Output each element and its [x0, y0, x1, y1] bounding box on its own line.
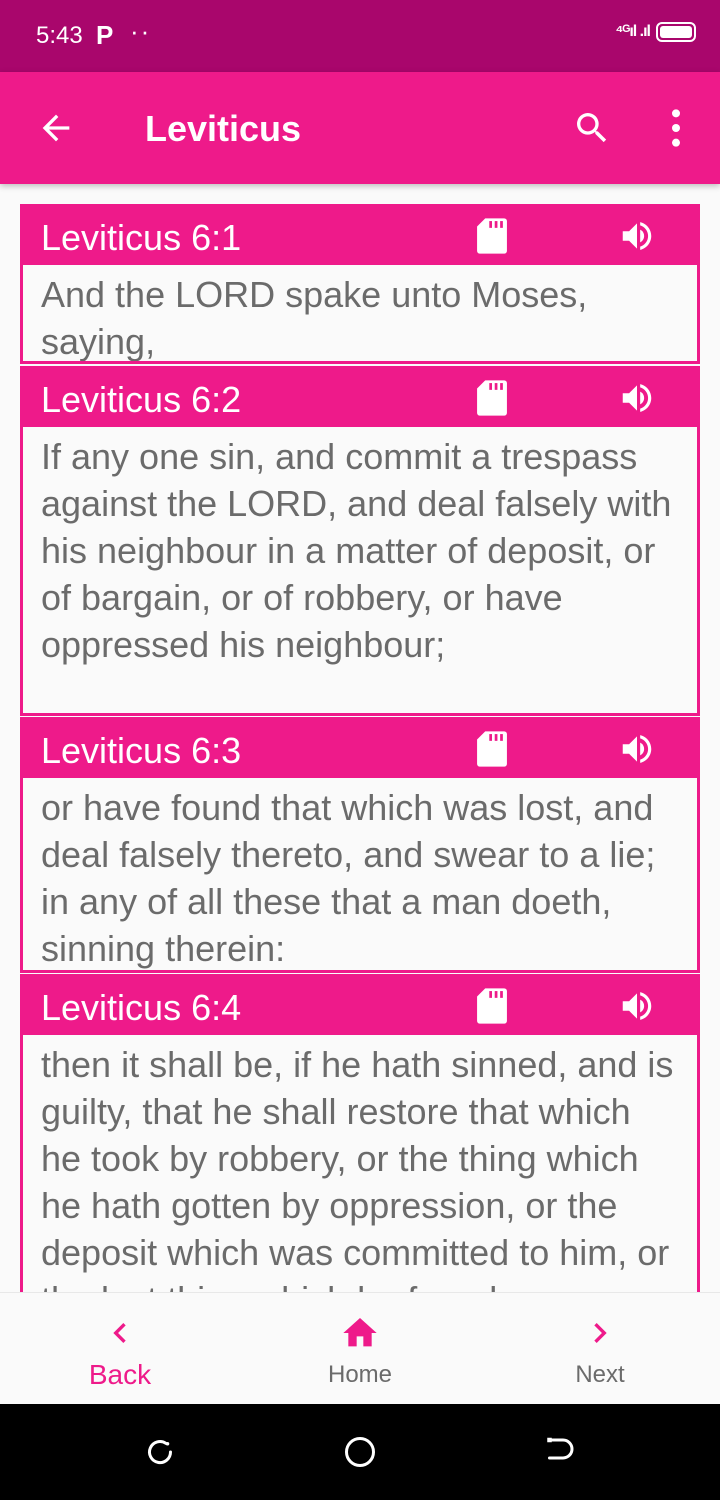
speaker-icon[interactable] [615, 379, 659, 417]
sd-card-icon[interactable] [475, 217, 509, 255]
signal-icon: ⁴ᴳıl .ıl [615, 23, 651, 40]
verse-header: Leviticus 6:4 [23, 977, 697, 1035]
status-time: 5:43 [36, 22, 83, 49]
next-label: Next [575, 1361, 625, 1388]
back-button[interactable]: Back [40, 1293, 200, 1405]
verse-text: then it shall be, if he hath sinned, and… [41, 1044, 674, 1292]
verse-text: And the LORD spake unto Moses, saying, [41, 274, 588, 361]
verse-text: or have found that which was lost, and d… [41, 787, 656, 969]
speaker-icon[interactable] [615, 217, 659, 255]
battery-icon [656, 22, 696, 42]
sd-card-icon[interactable] [475, 987, 509, 1025]
search-icon[interactable] [572, 108, 612, 148]
recent-apps-icon[interactable] [142, 1434, 178, 1470]
verse-card: Leviticus 6:4 then it shall be, if he ha… [20, 974, 700, 1292]
back-arrow-icon[interactable] [36, 108, 76, 148]
verse-header: Leviticus 6:3 [23, 720, 697, 778]
speaker-icon[interactable] [615, 730, 659, 768]
back-system-icon[interactable] [542, 1434, 578, 1470]
home-icon [343, 1318, 377, 1347]
speaker-icon[interactable] [615, 987, 659, 1025]
verse-reference: Leviticus 6:1 [41, 217, 242, 258]
verse-reference: Leviticus 6:2 [41, 379, 242, 420]
verse-card: Leviticus 6:2 If any one sin, and commit… [20, 366, 700, 716]
status-dots: ·· [130, 16, 152, 46]
more-vert-icon[interactable] [660, 108, 692, 148]
verse-header: Leviticus 6:1 [23, 207, 697, 265]
status-right: ⁴ᴳıl .ıl [615, 22, 696, 42]
next-button[interactable]: Next [520, 1293, 680, 1405]
verse-reference: Leviticus 6:4 [41, 987, 242, 1028]
verse-reference: Leviticus 6:3 [41, 730, 242, 771]
chevron-right-icon [594, 1323, 607, 1343]
back-label: Back [88, 1359, 152, 1390]
home-system-icon[interactable] [342, 1434, 378, 1470]
verse-header: Leviticus 6:2 [23, 369, 697, 427]
sd-card-icon[interactable] [475, 730, 509, 768]
home-button[interactable]: Home [280, 1293, 440, 1405]
system-navigation-bar [0, 1404, 720, 1500]
app-bar: Leviticus [0, 72, 720, 184]
p-notification-icon: P [96, 20, 114, 50]
verse-card: Leviticus 6:3 or have found that which w… [20, 717, 700, 973]
verse-list[interactable]: Leviticus 6:1 And the LORD spake unto Mo… [0, 184, 720, 1292]
verse-text: If any one sin, and commit a trespass ag… [41, 436, 672, 665]
bottom-navigation: Back Home Next [0, 1292, 720, 1404]
home-label: Home [327, 1361, 393, 1388]
status-bar: 5:43 P ·· ⁴ᴳıl .ıl [0, 0, 720, 72]
page-title: Leviticus [145, 108, 302, 149]
chevron-left-icon [113, 1323, 126, 1343]
sd-card-icon[interactable] [475, 379, 509, 417]
verse-card: Leviticus 6:1 And the LORD spake unto Mo… [20, 204, 700, 364]
